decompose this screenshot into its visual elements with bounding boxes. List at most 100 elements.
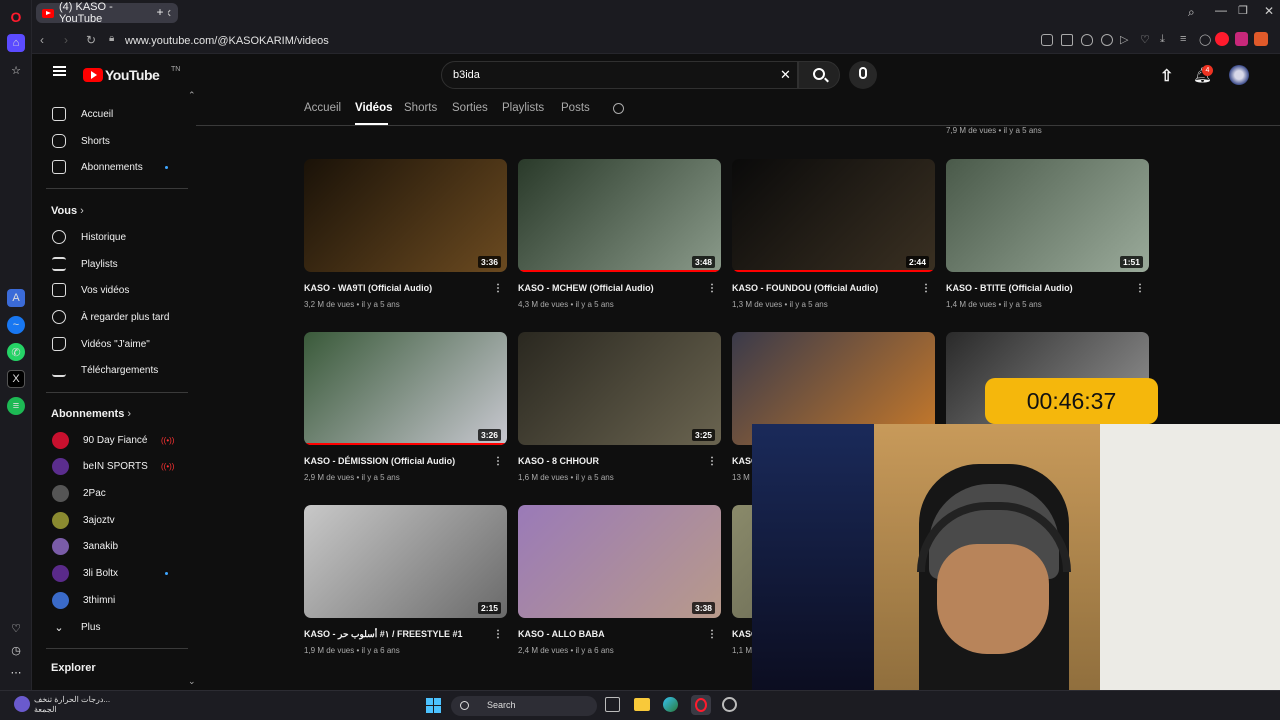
restore-icon[interactable]: ❐ (1238, 4, 1248, 17)
tab-playlists[interactable]: Playlists (502, 102, 544, 114)
play-icon[interactable]: ▷ (1120, 33, 1128, 46)
edge-icon[interactable] (663, 697, 678, 712)
subscription-item[interactable]: 2Pac (52, 482, 106, 504)
tab-videos[interactable]: Vidéos (355, 102, 393, 114)
video-title[interactable]: KASO - ALLO BABA (518, 629, 605, 639)
search-button[interactable] (798, 61, 840, 89)
url-field[interactable]: www.youtube.com/@KASOKARIM/videos (125, 35, 329, 47)
video-thumbnail[interactable]: 3:26 (304, 332, 507, 445)
subscription-item[interactable]: 90 Day Fiancé ((•)) (52, 429, 174, 451)
aria-icon[interactable]: A (7, 289, 25, 307)
tab-shorts[interactable]: Shorts (404, 102, 437, 114)
weather-widget[interactable]: درجات الحرارة تنخف... الجمعة (34, 695, 110, 715)
video-thumbnail[interactable]: 2:15 (304, 505, 507, 618)
opera-logo-icon[interactable]: O (7, 8, 25, 26)
subscription-item[interactable]: 3li Boltx (52, 563, 168, 585)
opera-taskbar-button[interactable] (691, 695, 711, 715)
nav-telechargements[interactable]: Téléchargements (52, 359, 158, 381)
video-thumbnail[interactable]: 3:36 (304, 159, 507, 272)
new-tab-button[interactable]: + (152, 5, 168, 21)
video-title[interactable]: KASO - ١# أسلوب حر / FREESTYLE #1 (304, 629, 463, 640)
nav-playlists[interactable]: Playlists (52, 253, 118, 275)
more-options-icon[interactable]: ⋮ (921, 283, 931, 294)
messenger-icon[interactable]: ~ (7, 316, 25, 334)
nav-accueil[interactable]: Accueil (52, 103, 113, 125)
app-icon[interactable] (722, 697, 737, 712)
scroll-down-icon[interactable]: ⌄ (188, 676, 196, 687)
you-section-heading[interactable]: Vous › (51, 205, 84, 217)
subscription-item[interactable]: 3thimni (52, 589, 115, 611)
video-thumbnail[interactable]: 1:51 (946, 159, 1149, 272)
video-title[interactable]: KASO - FOUNDOU (Official Audio) (732, 283, 878, 293)
windows-start-icon[interactable] (426, 698, 441, 713)
x-twitter-icon[interactable]: X (7, 370, 25, 388)
profile-icon[interactable]: ◯ (1199, 33, 1211, 46)
subscriptions-heading[interactable]: Abonnements › (51, 408, 131, 420)
back-icon[interactable]: ‹ (40, 33, 44, 47)
edit-icon[interactable] (1041, 34, 1053, 46)
extension-icon[interactable] (1254, 32, 1268, 46)
video-title[interactable]: KASO - MCHEW (Official Audio) (518, 283, 654, 293)
close-window-icon[interactable]: ✕ (1264, 4, 1274, 18)
subscription-item[interactable]: 3ajoztv (52, 509, 115, 531)
more-options-icon[interactable]: ⋮ (707, 456, 717, 467)
weather-icon[interactable] (14, 696, 30, 712)
voice-search-button[interactable] (849, 61, 877, 89)
more-options-icon[interactable]: ⋮ (493, 283, 503, 294)
vpn-icon[interactable] (1101, 34, 1113, 46)
history-icon[interactable]: ◷ (7, 641, 25, 659)
video-thumbnail[interactable]: 3:25 (518, 332, 721, 445)
video-thumbnail[interactable]: 3:48 (518, 159, 721, 272)
nav-historique[interactable]: Historique (52, 226, 126, 248)
favorite-icon[interactable]: ♡ (1140, 33, 1150, 46)
nav-liked-videos[interactable]: Vidéos "J'aime" (52, 333, 150, 355)
more-options-icon[interactable]: ⋮ (493, 456, 503, 467)
upload-icon[interactable]: ⇧ (1160, 66, 1173, 86)
subscription-item[interactable]: beIN SPORTS ((•)) (52, 456, 174, 478)
video-title[interactable]: KASO - DÉMISSION (Official Audio) (304, 456, 455, 466)
opera-ext-icon[interactable] (1215, 32, 1229, 46)
spotify-icon[interactable]: ≡ (7, 397, 25, 415)
search-input[interactable]: b3ida (441, 61, 798, 89)
video-title[interactable]: KASO - BTITE (Official Audio) (946, 283, 1073, 293)
reload-icon[interactable]: ↻ (86, 33, 96, 47)
minimize-icon[interactable]: — (1215, 3, 1227, 17)
video-title[interactable]: KASO - 8 CHHOUR (518, 456, 599, 466)
task-view-icon[interactable] (605, 697, 620, 712)
taskbar-search[interactable]: Search (451, 696, 597, 716)
video-thumbnail[interactable]: 2:44 (732, 159, 935, 272)
more-options-icon[interactable]: ⋮ (707, 283, 717, 294)
nav-plus[interactable]: ⌄ Plus (52, 616, 100, 638)
menu-icon[interactable]: ≡ (1180, 33, 1186, 45)
more-options-icon[interactable]: ⋮ (493, 629, 503, 640)
nav-vos-videos[interactable]: Vos vidéos (52, 279, 129, 301)
file-explorer-icon[interactable] (634, 698, 650, 711)
nav-shorts[interactable]: Shorts (52, 130, 110, 152)
clear-search-icon[interactable]: ✕ (780, 67, 791, 83)
channel-search-icon[interactable] (613, 103, 624, 114)
download-icon[interactable]: ⤓ (1160, 33, 1165, 46)
ublock-icon[interactable] (1235, 32, 1248, 46)
scroll-up-icon[interactable]: ⌃ (188, 90, 196, 101)
more-options-icon[interactable]: ⋮ (1135, 283, 1145, 294)
shield-icon[interactable] (1081, 34, 1093, 46)
star-icon[interactable]: ☆ (7, 61, 25, 79)
hamburger-menu-icon[interactable] (53, 66, 66, 76)
heart-icon[interactable]: ♡ (7, 619, 25, 637)
tab-accueil[interactable]: Accueil (304, 102, 341, 114)
forward-icon[interactable]: › (64, 33, 68, 47)
tab-sorties[interactable]: Sorties (452, 102, 488, 114)
nav-abonnements[interactable]: Abonnements (52, 156, 168, 178)
video-thumbnail[interactable]: 3:38 (518, 505, 721, 618)
home-icon[interactable]: ⌂ (7, 34, 25, 52)
camera-icon[interactable] (1061, 34, 1073, 46)
search-tabs-icon[interactable]: ⌕ (1188, 5, 1195, 20)
subscription-item[interactable]: 3anakib (52, 536, 118, 558)
whatsapp-icon[interactable]: ✆ (7, 343, 25, 361)
tab-posts[interactable]: Posts (561, 102, 590, 114)
nav-watch-later[interactable]: À regarder plus tard (52, 306, 169, 328)
video-title[interactable]: KASO - WA9TI (Official Audio) (304, 283, 432, 293)
more-options-icon[interactable]: ⋮ (707, 629, 717, 640)
avatar[interactable] (1229, 65, 1249, 85)
more-icon[interactable]: ⋯ (7, 663, 25, 681)
